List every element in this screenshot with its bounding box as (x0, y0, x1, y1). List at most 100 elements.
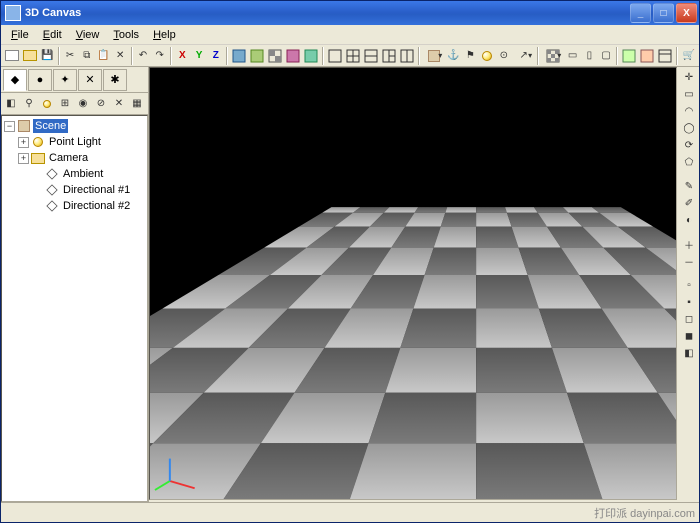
tree-item[interactable]: + Point Light (4, 134, 145, 150)
flag-button[interactable]: ⚑ (463, 47, 478, 65)
layout4-button[interactable] (345, 47, 361, 65)
circle-tool[interactable]: ◯ (681, 120, 697, 136)
extra-1[interactable]: ▫ (681, 277, 697, 293)
undo-button[interactable]: ↶ (136, 47, 151, 65)
tab-modifiers[interactable]: ✦ (53, 69, 77, 91)
mt-5[interactable]: ◉ (75, 96, 91, 112)
delete-button[interactable]: ✕ (113, 47, 128, 65)
expand-icon[interactable]: + (18, 137, 29, 148)
layout2v-button[interactable] (399, 47, 415, 65)
select-rect-tool[interactable]: ▭ (681, 86, 697, 102)
tree-root[interactable]: − Scene (4, 118, 145, 134)
layout3-button[interactable] (381, 47, 397, 65)
panel-tabs: ◆ ● ✦ ✕ ✱ (1, 67, 148, 93)
pointer-tool[interactable]: ✛ (681, 69, 697, 85)
view4-button[interactable] (285, 47, 301, 65)
zoom-in-button[interactable]: ＋ (681, 236, 697, 252)
panel1-button[interactable] (621, 47, 637, 65)
compass-button[interactable]: ⊙ (496, 47, 511, 65)
app-icon (5, 5, 21, 21)
window-title: 3D Canvas (25, 7, 630, 19)
paste-button[interactable]: 📋 (96, 47, 111, 65)
scene-render (150, 68, 676, 499)
minimize-button[interactable]: _ (630, 3, 651, 23)
tree-item[interactable]: Ambient (4, 166, 145, 182)
collapse-icon[interactable]: − (4, 121, 15, 132)
main-toolbar: 💾 ✂ ⧉ 📋 ✕ ↶ ↷ X Y Z ⚓ ⚑ ⊙ ↗ ▭ ▯ ▢ (1, 45, 699, 67)
fill-tool[interactable]: ◐ (681, 212, 697, 228)
diamond-icon (45, 183, 59, 197)
app-window: 3D Canvas _ □ X File Edit View Tools Hel… (0, 0, 700, 523)
extra-3[interactable]: ◻ (681, 311, 697, 327)
zoom-out-button[interactable]: － (681, 253, 697, 269)
diamond-icon (45, 199, 59, 213)
tree-item[interactable]: Directional #1 (4, 182, 145, 198)
close-button[interactable]: X (676, 3, 697, 23)
new-button[interactable] (4, 47, 20, 65)
eyedropper-tool[interactable]: ✐ (681, 195, 697, 211)
menu-view[interactable]: View (70, 27, 106, 43)
polygon-tool[interactable]: ⬠ (681, 154, 697, 170)
menu-edit[interactable]: Edit (37, 27, 68, 43)
viewport-3d[interactable] (149, 67, 677, 500)
right-toolbar: ✛ ▭ ◠ ◯ ⟳ ⬠ ✎ ✐ ◐ ＋ － ▫ ▪ ◻ ◼ ◧ (679, 67, 699, 502)
grid-dropdown[interactable] (542, 47, 563, 65)
tab-tools[interactable]: ✕ (78, 69, 102, 91)
tree-item[interactable]: + Camera (4, 150, 145, 166)
menu-help[interactable]: Help (147, 27, 182, 43)
cart-button[interactable]: 🛒 (681, 47, 696, 65)
menu-tools[interactable]: Tools (107, 27, 145, 43)
light-toggle-button[interactable] (480, 47, 495, 65)
select-lasso-tool[interactable]: ◠ (681, 103, 697, 119)
tree-item[interactable]: Directional #2 (4, 198, 145, 214)
menu-file[interactable]: File (5, 27, 35, 43)
mt-8[interactable]: ▦ (129, 96, 145, 112)
extra-4[interactable]: ◼ (681, 328, 697, 344)
mt-2[interactable]: ⚲ (21, 96, 37, 112)
save-button[interactable]: 💾 (40, 47, 55, 65)
axis-z-button[interactable]: Z (208, 47, 223, 65)
arrow-dropdown[interactable]: ↗ (513, 47, 534, 65)
layout1-button[interactable] (327, 47, 343, 65)
anchor-button[interactable]: ⚓ (446, 47, 461, 65)
scene-tree[interactable]: − Scene + Point Light + Camera (1, 115, 148, 502)
tab-scene[interactable]: ◆ (3, 69, 27, 91)
extra-2[interactable]: ▪ (681, 294, 697, 310)
brush-tool[interactable]: ✎ (681, 178, 697, 194)
left-panel: ◆ ● ✦ ✕ ✱ ◧ ⚲ ⊞ ◉ ⊘ ✕ ▦ − Scene (1, 67, 149, 502)
view3-button[interactable] (267, 47, 283, 65)
mt-7[interactable]: ✕ (111, 96, 127, 112)
layout2h-button[interactable] (363, 47, 379, 65)
panel2-button[interactable] (639, 47, 655, 65)
tab-misc[interactable]: ✱ (103, 69, 127, 91)
tool-a-button[interactable]: ▭ (565, 47, 580, 65)
diamond-icon (45, 167, 59, 181)
panel3-button[interactable] (657, 47, 673, 65)
titlebar[interactable]: 3D Canvas _ □ X (1, 1, 699, 25)
view1-button[interactable] (231, 47, 247, 65)
cut-button[interactable]: ✂ (63, 47, 78, 65)
mt-4[interactable]: ⊞ (57, 96, 73, 112)
view2-button[interactable] (249, 47, 265, 65)
tool-c-button[interactable]: ▢ (599, 47, 614, 65)
maximize-button[interactable]: □ (653, 3, 674, 23)
statusbar: 打印派 dayinpai.com (1, 502, 699, 522)
watermark: 打印派 dayinpai.com (594, 505, 695, 521)
extra-5[interactable]: ◧ (681, 345, 697, 361)
expand-icon[interactable]: + (18, 153, 29, 164)
tool-b-button[interactable]: ▯ (582, 47, 597, 65)
tab-materials[interactable]: ● (28, 69, 52, 91)
panel-toolbar: ◧ ⚲ ⊞ ◉ ⊘ ✕ ▦ (1, 93, 148, 115)
bulb-icon (31, 135, 45, 149)
copy-button[interactable]: ⧉ (79, 47, 94, 65)
redo-button[interactable]: ↷ (152, 47, 167, 65)
render-mode-dropdown[interactable] (423, 47, 444, 65)
open-button[interactable] (22, 47, 38, 65)
mt-3[interactable] (39, 96, 55, 112)
mt-1[interactable]: ◧ (3, 96, 19, 112)
view5-button[interactable] (303, 47, 319, 65)
mt-6[interactable]: ⊘ (93, 96, 109, 112)
axis-x-button[interactable]: X (175, 47, 190, 65)
rotate-tool[interactable]: ⟳ (681, 137, 697, 153)
axis-y-button[interactable]: Y (192, 47, 207, 65)
